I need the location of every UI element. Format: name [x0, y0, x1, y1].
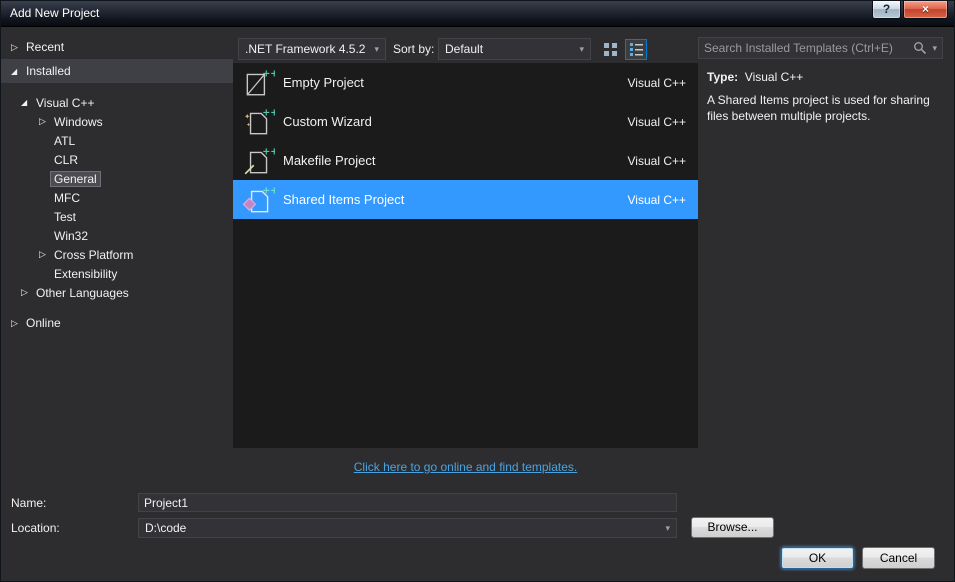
- sidebar-item-other-languages[interactable]: ▷ Other Languages: [1, 283, 233, 302]
- sidebar-item-windows[interactable]: ▷ Windows: [1, 112, 233, 131]
- location-combobox[interactable]: D:\code ▾: [138, 518, 677, 538]
- list-view-button[interactable]: [625, 39, 647, 60]
- project-name-input[interactable]: [138, 493, 677, 512]
- chevron-right-icon[interactable]: ▷: [39, 116, 54, 127]
- chevron-expanded-icon[interactable]: ◢: [11, 67, 26, 76]
- template-row-makefile-project[interactable]: ++ Makefile Project Visual C++: [233, 141, 698, 180]
- sidebar-item-visual-cpp[interactable]: ◢ Visual C++: [1, 93, 233, 112]
- sidebar-item-extensibility[interactable]: Extensibility: [1, 264, 233, 283]
- empty-project-icon: ++: [246, 68, 275, 95]
- sort-dropdown[interactable]: Default ▾: [438, 38, 591, 60]
- ok-button[interactable]: OK: [781, 547, 854, 569]
- name-label: Name:: [11, 496, 47, 510]
- svg-text:✦: ✦: [244, 111, 250, 120]
- sidebar-item-mfc[interactable]: MFC: [1, 188, 233, 207]
- type-label: Type:: [707, 70, 739, 84]
- grid-view-icon: [603, 43, 617, 56]
- sidebar-item-win32[interactable]: Win32: [1, 226, 233, 245]
- template-row-custom-wizard[interactable]: ✦ ✦ ++ Custom Wizard Visual C++: [233, 102, 698, 141]
- close-button[interactable]: ×: [903, 1, 948, 19]
- small-icons-view-button[interactable]: [599, 39, 621, 60]
- location-label: Location:: [11, 521, 60, 535]
- online-templates-link[interactable]: Click here to go online and find templat…: [233, 460, 698, 474]
- template-list: ++ Empty Project Visual C++ ✦ ✦ ++ Custo…: [233, 63, 698, 448]
- sidebar-item-test[interactable]: Test: [1, 207, 233, 226]
- sidebar-item-installed[interactable]: ◢ Installed: [1, 59, 233, 83]
- shared-items-project-icon: ++: [242, 185, 275, 212]
- help-icon: ?: [882, 2, 891, 16]
- svg-text:++: ++: [262, 185, 275, 196]
- search-icon[interactable]: [913, 41, 927, 55]
- makefile-project-icon: ++: [244, 146, 275, 174]
- sidebar-item-recent[interactable]: ▷ Recent: [1, 35, 233, 59]
- sidebar-item-cross-platform[interactable]: ▷ Cross Platform: [1, 245, 233, 264]
- chevron-down-icon[interactable]: ▾: [659, 523, 670, 534]
- template-category-tree: ▷ Recent ◢ Installed ◢ Visual C++ ▷ Wind…: [1, 35, 233, 335]
- window-title: Add New Project: [10, 6, 100, 20]
- custom-wizard-icon: ✦ ✦ ++: [244, 107, 275, 134]
- svg-text:++: ++: [262, 68, 275, 79]
- chevron-right-icon[interactable]: ▷: [11, 318, 26, 329]
- titlebar[interactable]: Add New Project ? ×: [1, 1, 954, 27]
- type-value: Visual C++: [744, 70, 804, 84]
- sidebar-item-atl[interactable]: ATL: [1, 131, 233, 150]
- chevron-down-icon: ▾: [579, 43, 584, 54]
- browse-button[interactable]: Browse...: [691, 517, 774, 538]
- sort-by-label: Sort by:: [393, 42, 435, 56]
- chevron-down-icon[interactable]: ▾: [927, 43, 937, 54]
- svg-text:++: ++: [262, 107, 275, 118]
- template-info-panel: Type: Visual C++ A Shared Items project …: [707, 70, 947, 124]
- template-row-shared-items-project[interactable]: ++ Shared Items Project Visual C++: [233, 180, 698, 219]
- sidebar-item-general[interactable]: General: [1, 169, 233, 188]
- chevron-right-icon[interactable]: ▷: [39, 249, 54, 260]
- template-row-empty-project[interactable]: ++ Empty Project Visual C++: [233, 63, 698, 102]
- svg-text:✦: ✦: [246, 122, 251, 128]
- add-new-project-dialog: Add New Project ? × ▷ Recent ◢ Installed…: [0, 0, 955, 582]
- close-icon: ×: [921, 2, 929, 16]
- list-view-icon: [629, 43, 643, 56]
- search-input[interactable]: [704, 41, 914, 55]
- template-description: A Shared Items project is used for shari…: [707, 93, 930, 123]
- sidebar-item-online[interactable]: ▷ Online: [1, 311, 233, 335]
- selected-category: General: [50, 170, 101, 187]
- sidebar-item-clr[interactable]: CLR: [1, 150, 233, 169]
- svg-text:++: ++: [262, 146, 275, 157]
- search-box: ▾: [698, 37, 943, 59]
- framework-dropdown[interactable]: .NET Framework 4.5.2 ▾: [238, 38, 386, 60]
- chevron-down-icon: ▾: [374, 43, 379, 54]
- chevron-right-icon[interactable]: ▷: [11, 42, 26, 53]
- help-button[interactable]: ?: [872, 1, 901, 19]
- chevron-right-icon[interactable]: ▷: [21, 287, 36, 298]
- chevron-expanded-icon[interactable]: ◢: [21, 98, 36, 107]
- cancel-button[interactable]: Cancel: [862, 547, 935, 569]
